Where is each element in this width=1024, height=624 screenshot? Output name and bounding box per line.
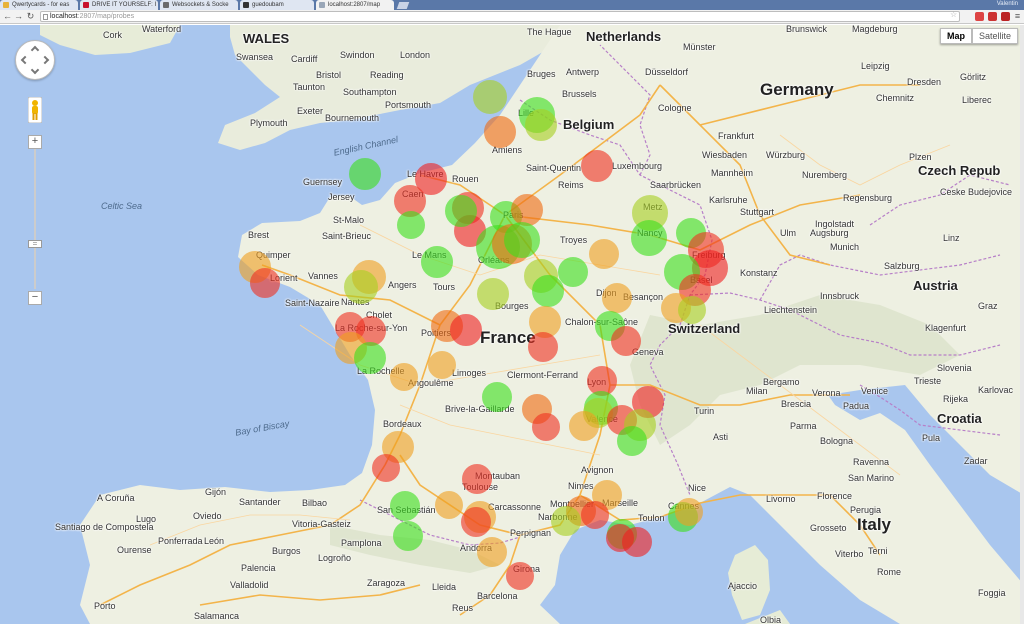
bookmark-star-icon[interactable]: ☆: [950, 10, 957, 19]
reload-icon[interactable]: ↻: [25, 11, 36, 22]
pan-down-icon[interactable]: [30, 65, 40, 75]
browser-tab[interactable]: Qwertycards - for eas: [0, 0, 78, 10]
extension-icon[interactable]: [988, 12, 997, 21]
address-bar[interactable]: localhost:2807/map/probes: [40, 11, 960, 22]
probe-marker[interactable]: [532, 413, 560, 441]
back-icon[interactable]: ←: [2, 11, 13, 22]
zoom-slider-handle[interactable]: =: [28, 240, 42, 248]
pan-control[interactable]: [15, 40, 55, 80]
url-path: :2807/map/probes: [77, 13, 135, 20]
probe-marker[interactable]: [397, 211, 425, 239]
browser-tab[interactable]: DRIVE IT YOURSELF: I: [80, 0, 158, 10]
probe-marker[interactable]: [511, 194, 543, 226]
tab-label: localhost:2807/map: [328, 2, 381, 8]
profile-name[interactable]: Valentin: [997, 1, 1018, 7]
probe-layer: [0, 25, 1024, 624]
menu-icon[interactable]: ≡: [1012, 11, 1023, 22]
browser-window: Qwertycards - for eas DRIVE IT YOURSELF: …: [0, 0, 1024, 624]
probe-marker[interactable]: [558, 257, 588, 287]
probe-marker[interactable]: [602, 283, 632, 313]
tab-label: Qwertycards - for eas: [12, 2, 70, 8]
probe-marker[interactable]: [611, 326, 641, 356]
map-canvas[interactable]: Cork Waterford Swansea Cardiff Swindon London…: [0, 25, 1024, 624]
map-type-map-button[interactable]: Map: [939, 28, 972, 44]
tab-label: Websockets & Socke: [172, 2, 229, 8]
pan-left-icon[interactable]: [20, 55, 30, 65]
probe-marker[interactable]: [528, 332, 558, 362]
browser-tab[interactable]: guedoubam: [240, 0, 314, 10]
probe-marker[interactable]: [678, 296, 706, 324]
probe-marker[interactable]: [344, 270, 378, 304]
probe-marker[interactable]: [393, 521, 423, 551]
probe-marker[interactable]: [250, 268, 280, 298]
zoom-control: + = −: [28, 135, 42, 305]
probe-marker[interactable]: [390, 363, 418, 391]
page-icon: [43, 14, 48, 20]
probe-marker[interactable]: [354, 342, 386, 374]
probe-marker[interactable]: [504, 222, 540, 258]
probe-marker[interactable]: [349, 158, 381, 190]
probe-marker[interactable]: [617, 426, 647, 456]
probe-marker[interactable]: [450, 314, 482, 346]
browser-tab[interactable]: localhost:2807/map: [316, 0, 394, 10]
probe-marker[interactable]: [622, 527, 652, 557]
probe-marker[interactable]: [428, 351, 456, 379]
probe-marker[interactable]: [461, 507, 491, 537]
probe-marker[interactable]: [506, 562, 534, 590]
zoom-out-button[interactable]: −: [28, 291, 42, 305]
map-type-satellite-button[interactable]: Satellite: [971, 28, 1018, 44]
probe-marker[interactable]: [477, 537, 507, 567]
browser-tab[interactable]: Websockets & Socke: [160, 0, 238, 10]
probe-marker[interactable]: [581, 501, 609, 529]
probe-marker[interactable]: [421, 246, 453, 278]
probe-marker[interactable]: [372, 454, 400, 482]
probe-marker[interactable]: [631, 220, 667, 256]
probe-marker[interactable]: [589, 239, 619, 269]
zoom-in-button[interactable]: +: [28, 135, 42, 149]
tab-strip: Qwertycards - for eas DRIVE IT YOURSELF: …: [0, 0, 1024, 10]
probe-marker[interactable]: [482, 382, 512, 412]
tab-label: DRIVE IT YOURSELF: I: [92, 2, 157, 8]
url-host: localhost: [50, 13, 78, 20]
probe-marker[interactable]: [675, 498, 703, 526]
probe-marker[interactable]: [525, 109, 557, 141]
probe-marker[interactable]: [390, 491, 420, 521]
extension-icon[interactable]: [1001, 12, 1010, 21]
pan-up-icon[interactable]: [30, 45, 40, 55]
probe-marker[interactable]: [477, 278, 509, 310]
tab-favicon-icon: [83, 2, 89, 8]
tab-favicon-icon: [243, 2, 249, 8]
probe-marker[interactable]: [484, 116, 516, 148]
probe-marker[interactable]: [551, 506, 581, 536]
tab-favicon-icon: [163, 2, 169, 8]
pan-right-icon[interactable]: [40, 55, 50, 65]
map-type-control: Map Satellite: [939, 28, 1018, 44]
street-view-pegman-icon[interactable]: [28, 97, 42, 123]
extension-icon[interactable]: [975, 12, 984, 21]
probe-marker[interactable]: [445, 195, 477, 227]
new-tab-button[interactable]: [396, 2, 410, 9]
probe-marker[interactable]: [581, 150, 613, 182]
probe-marker[interactable]: [462, 464, 492, 494]
browser-toolbar: ← → ↻ localhost:2807/map/probes ☆ ≡: [0, 10, 1024, 24]
page-scrollbar[interactable]: [1020, 25, 1024, 624]
probe-marker[interactable]: [569, 411, 599, 441]
zoom-slider-track[interactable]: [34, 149, 36, 289]
tab-favicon-icon: [3, 2, 9, 8]
tab-favicon-icon: [319, 2, 325, 8]
tab-label: guedoubam: [252, 2, 284, 8]
forward-icon[interactable]: →: [13, 11, 24, 22]
probe-marker[interactable]: [473, 80, 507, 114]
probe-marker[interactable]: [435, 491, 463, 519]
